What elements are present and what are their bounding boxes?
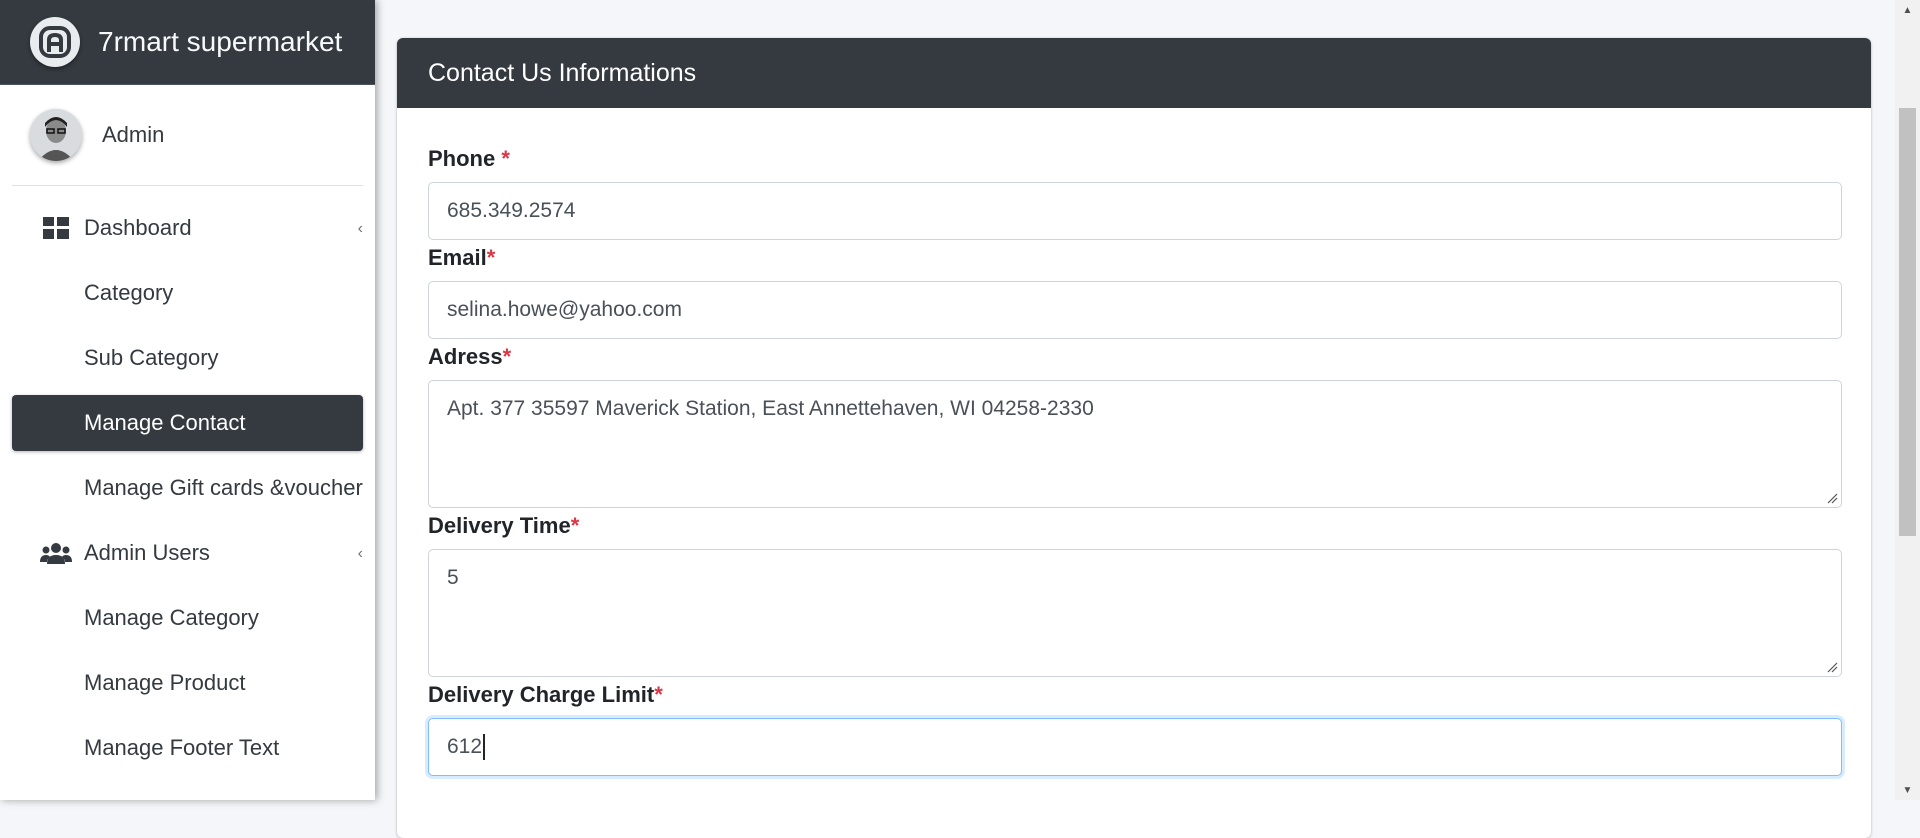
sidebar-item-admin-users[interactable]: Admin Users ‹ bbox=[12, 525, 363, 581]
dashboard-icon bbox=[40, 217, 72, 239]
phone-group: Phone * 685.349.2574 bbox=[428, 108, 1842, 240]
delivery-charge-limit-field[interactable]: 612 bbox=[428, 718, 1842, 776]
brand-logo-icon bbox=[30, 17, 80, 67]
sidebar-item-label: Admin Users bbox=[84, 540, 210, 565]
email-group: Email* selina.howe@yahoo.com bbox=[428, 240, 1842, 339]
sidebar-item-label: Manage Contact bbox=[84, 410, 246, 435]
chevron-left-icon: ‹ bbox=[357, 220, 363, 237]
email-label: Email* bbox=[428, 245, 496, 270]
sidebar-item-label: Sub Category bbox=[84, 345, 219, 370]
sidebar-item-label: Manage Product bbox=[84, 670, 246, 695]
sidebar-item-label: Manage Category bbox=[84, 605, 259, 630]
avatar bbox=[30, 109, 82, 161]
user-panel[interactable]: Admin bbox=[12, 85, 363, 186]
sidebar-item-label: Dashboard bbox=[84, 215, 192, 240]
sidebar-item-label: Manage Footer Text bbox=[84, 735, 280, 760]
sidebar-item-manage-contact[interactable]: Manage Contact bbox=[12, 395, 363, 451]
scrollbar-thumb[interactable] bbox=[1899, 108, 1916, 536]
user-name: Admin bbox=[102, 122, 165, 147]
delivery-time-value: 5 bbox=[447, 566, 459, 589]
delivery-time-textarea[interactable]: 5 bbox=[428, 549, 1842, 677]
users-icon bbox=[40, 542, 72, 564]
delivery-charge-limit-group: Delivery Charge Limit* 612 bbox=[428, 677, 1842, 776]
address-value: Apt. 377 35597 Maverick Station, East An… bbox=[447, 397, 1094, 420]
sidebar-item-manage-category[interactable]: Manage Category bbox=[12, 590, 363, 646]
address-textarea[interactable]: Apt. 377 35597 Maverick Station, East An… bbox=[428, 380, 1842, 508]
main-content: Contact Us Informations Phone * 685.349.… bbox=[375, 0, 1895, 838]
delivery-charge-limit-value: 612 bbox=[447, 735, 483, 758]
sidebar-item-manage-product[interactable]: Manage Product bbox=[12, 655, 363, 711]
sidebar-item-label: Manage Gift cards &voucher bbox=[84, 475, 363, 500]
sidebar-item-manage-footer-text[interactable]: Manage Footer Text bbox=[12, 720, 363, 776]
resize-handle-icon[interactable] bbox=[1826, 492, 1838, 504]
chevron-left-icon: ‹ bbox=[357, 545, 363, 562]
address-group: Adress* Apt. 377 35597 Maverick Station,… bbox=[428, 339, 1842, 508]
phone-value: 685.349.2574 bbox=[447, 199, 576, 222]
sidebar-item-dashboard[interactable]: Dashboard ‹ bbox=[12, 200, 363, 256]
sidebar: 7rmart supermarket Admin Dashboard ‹ Cat… bbox=[0, 0, 375, 800]
page-scrollbar[interactable]: ▲ ▼ bbox=[1895, 0, 1920, 800]
phone-label: Phone * bbox=[428, 146, 510, 171]
brand-link[interactable]: 7rmart supermarket bbox=[0, 0, 375, 85]
delivery-time-label: Delivery Time* bbox=[428, 513, 580, 538]
sidebar-item-category[interactable]: Category bbox=[12, 265, 363, 321]
email-value: selina.howe@yahoo.com bbox=[447, 298, 682, 321]
card-title: Contact Us Informations bbox=[397, 38, 1871, 108]
sidebar-item-manage-gift-cards[interactable]: Manage Gift cards &voucher bbox=[12, 460, 363, 516]
address-label: Adress* bbox=[428, 344, 512, 369]
delivery-charge-limit-label: Delivery Charge Limit* bbox=[428, 682, 663, 707]
resize-handle-icon[interactable] bbox=[1826, 661, 1838, 673]
sidebar-nav: Dashboard ‹ Category Sub Category Manage… bbox=[0, 186, 375, 776]
phone-field[interactable]: 685.349.2574 bbox=[428, 182, 1842, 240]
email-field[interactable]: selina.howe@yahoo.com bbox=[428, 281, 1842, 339]
contact-form-card: Contact Us Informations Phone * 685.349.… bbox=[397, 38, 1871, 838]
sidebar-item-sub-category[interactable]: Sub Category bbox=[12, 330, 363, 386]
scroll-down-arrow-icon[interactable]: ▼ bbox=[1895, 780, 1920, 800]
text-cursor bbox=[483, 734, 486, 760]
card-title-text: Contact Us Informations bbox=[428, 58, 697, 87]
sidebar-item-label: Category bbox=[84, 280, 174, 305]
delivery-time-group: Delivery Time* 5 bbox=[428, 508, 1842, 677]
scroll-up-arrow-icon[interactable]: ▲ bbox=[1895, 0, 1920, 20]
brand-name: 7rmart supermarket bbox=[98, 26, 343, 57]
contact-form: Phone * 685.349.2574 Email* selina.howe@… bbox=[397, 108, 1871, 776]
